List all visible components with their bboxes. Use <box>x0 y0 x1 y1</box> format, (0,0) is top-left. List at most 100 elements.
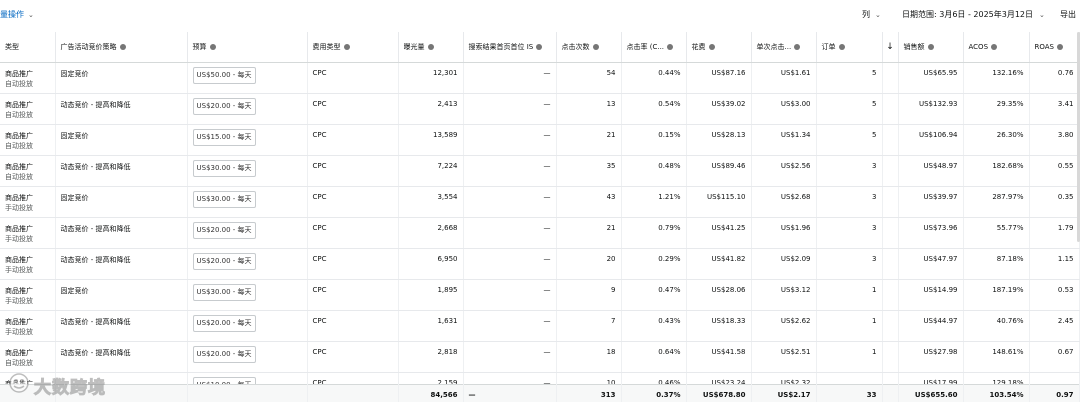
column-header[interactable]: 点击次数 <box>556 32 622 63</box>
budget-cell: US$20.00 - 每天 <box>187 310 308 342</box>
orders-cell: 1 <box>816 279 883 311</box>
table-row[interactable]: 商品推广 自动投放 固定竞价 US$50.00 - 每天 CPC 12,301—54 0.4… <box>0 62 1080 94</box>
table-row[interactable]: 商品推广 手动投放 动态竞价 - 提高和降低 US$20.00 - 每天 CPC 1,63… <box>0 310 1080 342</box>
acos: 29.35% <box>996 99 1024 108</box>
budget-input[interactable]: US$15.00 - 每天 <box>192 128 256 146</box>
budget-input[interactable]: US$20.00 - 每天 <box>192 314 256 332</box>
column-header[interactable]: 费用类型 <box>307 32 399 63</box>
table-row[interactable]: 商品推广 自动投放 动态竞价 - 提高和降低 US$20.00 - 每天 CPC 2,81… <box>0 341 1080 373</box>
orders: 1 <box>872 347 877 356</box>
clicks: 35 <box>606 161 616 170</box>
budget-cell: US$50.00 - 每天 <box>187 62 308 94</box>
top-is: — <box>543 192 551 201</box>
table-row[interactable]: 商品推广 自动投放 动态竞价 - 提高和降低 US$20.00 - 每天 CPC 2,41… <box>0 93 1080 125</box>
totals-row: 84,566 — 313 0.37% US$678.80 US$2.17 33 US$655.… <box>0 384 1080 402</box>
roas-cell: 0.55 <box>1029 155 1080 187</box>
bidding-strategy: 固定竞价 <box>60 69 89 78</box>
cpc: US$2.56 <box>780 161 811 170</box>
acos: 182.68% <box>992 161 1024 170</box>
column-header[interactable]: 订单 <box>816 32 883 63</box>
table-row[interactable]: 商品推广 手动投放 固定竞价 US$30.00 - 每天 CPC 1,895—9 0.47%… <box>0 279 1080 311</box>
acos-cell: 182.68% <box>963 155 1030 187</box>
sort-column-header[interactable]: ↓ <box>882 32 899 63</box>
sales-cell: US$39.97 <box>898 186 964 218</box>
column-header[interactable]: 搜索结果首页首位 IS <box>463 32 557 63</box>
info-icon[interactable] <box>667 43 674 50</box>
column-header[interactable]: 销售额 <box>898 32 964 63</box>
cpc-cell: US$2.51 <box>751 341 817 373</box>
cost-type-cell: CPC <box>307 341 399 373</box>
column-header[interactable]: 点击率 (C... <box>621 32 687 63</box>
info-icon[interactable] <box>343 43 350 50</box>
acos-cell: 40.76% <box>963 310 1030 342</box>
top-is: — <box>543 316 551 325</box>
column-header[interactable]: ACOS <box>963 32 1030 63</box>
table-row[interactable]: 商品推广 手动投放 动态竞价 - 提高和降低 US$20.00 - 每天 CPC 6,95… <box>0 248 1080 280</box>
info-icon[interactable] <box>427 43 434 50</box>
cpc: US$2.68 <box>780 192 811 201</box>
sales: US$106.94 <box>918 130 958 139</box>
arrow-down-icon[interactable]: ↓ <box>886 42 894 52</box>
budget-input[interactable]: US$30.00 - 每天 <box>192 159 256 177</box>
impressions-cell: 12,301 <box>398 62 464 94</box>
budget-input[interactable]: US$20.00 - 每天 <box>192 345 256 363</box>
sales-cell: US$47.97 <box>898 248 964 280</box>
column-header[interactable]: ROAS <box>1029 32 1080 63</box>
info-icon[interactable] <box>592 43 599 50</box>
info-icon[interactable] <box>991 43 998 50</box>
campaign-table: 类型 广告活动竞价策略 预算 费用类型 曝光量 搜索结果首页首位 IS 点击次数 点击率 (C… <box>0 32 1080 402</box>
budget-input[interactable]: US$50.00 - 每天 <box>192 66 256 84</box>
campaign-type: 商品推广 <box>5 224 33 233</box>
acos-cell: 55.77% <box>963 217 1030 249</box>
top-is-cell: — <box>463 93 557 125</box>
impressions-cell: 6,950 <box>398 248 464 280</box>
info-icon[interactable] <box>838 43 845 50</box>
table-row[interactable]: 商品推广 自动投放 动态竞价 - 提高和降低 US$30.00 - 每天 CPC 7,22… <box>0 155 1080 187</box>
column-header-label: 点击率 (C... <box>626 42 665 51</box>
info-icon[interactable] <box>209 43 216 50</box>
date-range-picker[interactable]: 日期范围: 3月6日 - 2025年3月12日 ⌄ <box>902 9 1045 20</box>
ctr-cell: 0.79% <box>621 217 687 249</box>
columns-dropdown[interactable]: 列 ⌄ <box>862 9 881 20</box>
info-icon[interactable] <box>536 43 543 50</box>
table-row[interactable]: 商品推广 自动投放 固定竞价 US$15.00 - 每天 CPC 13,589—21 0.1… <box>0 124 1080 156</box>
impressions: 2,413 <box>437 99 458 108</box>
bidding-strategy-cell: 动态竞价 - 提高和降低 <box>55 155 188 187</box>
info-icon[interactable] <box>119 43 126 50</box>
orders-cell: 3 <box>816 248 883 280</box>
totals-empty-cell <box>307 384 399 402</box>
ctr: 0.48% <box>658 161 681 170</box>
info-icon[interactable] <box>708 43 715 50</box>
totals-empty-cell <box>0 384 56 402</box>
budget-input[interactable]: US$20.00 - 每天 <box>192 221 256 239</box>
column-header[interactable]: 曝光量 <box>398 32 464 63</box>
budget-input[interactable]: US$20.00 - 每天 <box>192 97 256 115</box>
budget-input[interactable]: US$30.00 - 每天 <box>192 190 256 208</box>
info-icon[interactable] <box>927 43 934 50</box>
campaign-type: 商品推广 <box>5 348 33 357</box>
type-cell: 商品推广 手动投放 <box>0 217 56 249</box>
table-row[interactable]: 商品推广 手动投放 固定竞价 US$30.00 - 每天 CPC 3,554—43 1.21… <box>0 186 1080 218</box>
info-icon[interactable] <box>1056 43 1063 50</box>
clicks-cell: 13 <box>556 93 622 125</box>
spend-cell: US$41.25 <box>686 217 752 249</box>
export-button[interactable]: 导出 <box>1060 9 1076 20</box>
targeting-type: 自动投放 <box>5 358 33 367</box>
bulk-actions-dropdown[interactable]: 量操作 ⌄ <box>0 9 34 20</box>
budget-input[interactable]: US$30.00 - 每天 <box>192 283 256 301</box>
column-header[interactable]: 单次点击... <box>751 32 817 63</box>
budget-input[interactable]: US$20.00 - 每天 <box>192 252 256 270</box>
totals-spend: US$678.80 <box>702 391 746 399</box>
sales: US$27.98 <box>923 347 958 356</box>
targeting-type: 手动投放 <box>5 327 33 336</box>
column-header[interactable]: 预算 <box>187 32 308 63</box>
cpc-cell: US$1.96 <box>751 217 817 249</box>
info-icon[interactable] <box>794 43 801 50</box>
column-header[interactable]: 广告活动竞价策略 <box>55 32 188 63</box>
column-header[interactable]: 花费 <box>686 32 752 63</box>
column-header[interactable]: 类型 <box>0 32 56 63</box>
column-header-label: 订单 <box>821 42 836 51</box>
table-row[interactable]: 商品推广 手动投放 动态竞价 - 提高和降低 US$20.00 - 每天 CPC 2,66… <box>0 217 1080 249</box>
cpc: US$2.62 <box>780 316 811 325</box>
column-header-label: 花费 <box>691 42 706 51</box>
